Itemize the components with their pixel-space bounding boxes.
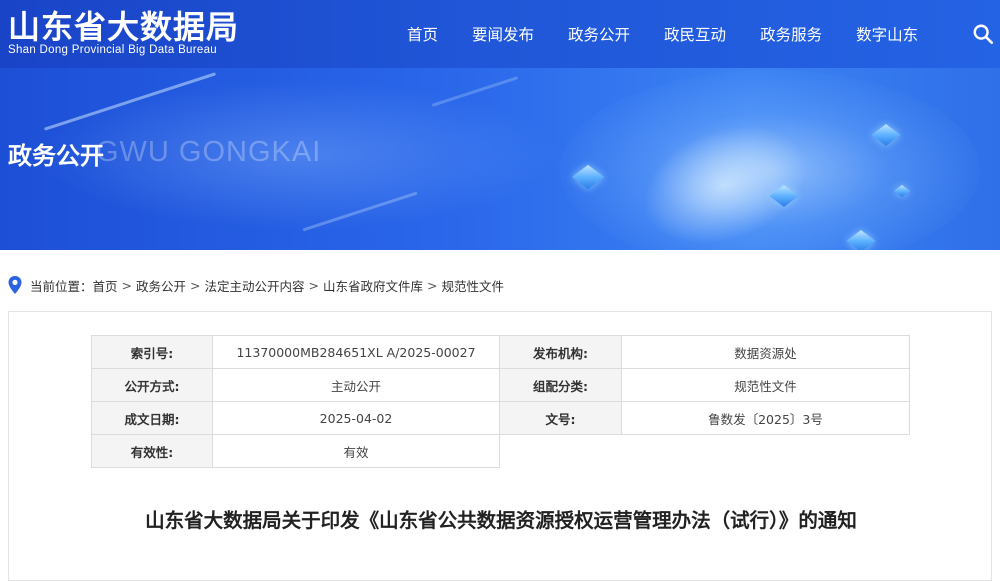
table-row: 有效性: 有效 [91,434,910,468]
document-title: 山东省大数据局关于印发《山东省公共数据资源授权运营管理办法（试行）》的通知 [145,509,857,532]
meta-category-label: 组配分类: [499,368,622,402]
meta-doc-no-label: 文号: [499,401,622,435]
meta-doc-no-value: 鲁数发〔2025〕3号 [621,401,910,435]
location-pin-icon [8,276,22,294]
search-icon[interactable] [972,23,994,45]
document-meta-table: 索引号: 11370000MB284651XL A/2025-00027 发布机… [91,335,910,468]
meta-validity-label: 有效性: [91,434,213,468]
meta-validity-value: 有效 [212,434,500,468]
meta-index-value: 11370000MB284651XL A/2025-00027 [212,335,500,369]
table-row: 成文日期: 2025-04-02 文号: 鲁数发〔2025〕3号 [91,401,910,435]
meta-empty-cell [499,434,910,468]
meta-date-label: 成文日期: [91,401,213,435]
site-logo-subtitle: Shan Dong Provincial Big Data Bureau [8,44,217,56]
breadcrumb-normative-files[interactable]: 规范性文件 [442,276,505,295]
nav-item-interaction[interactable]: 政民互动 [647,23,743,45]
meta-publisher-label: 发布机构: [499,335,622,369]
breadcrumb-separator: > [427,277,438,293]
table-row: 索引号: 11370000MB284651XL A/2025-00027 发布机… [91,335,910,369]
table-row: 公开方式: 主动公开 组配分类: 规范性文件 [91,368,910,402]
breadcrumb-prefix: 当前位置： [30,278,93,294]
banner-title: 政务公开 [8,142,104,170]
meta-publisher-value: 数据资源处 [621,335,910,369]
meta-date-value: 2025-04-02 [212,401,500,435]
main-nav: 首页 要闻发布 政务公开 政民互动 政务服务 数字山东 [390,0,935,68]
breadcrumb-separator: > [190,277,201,293]
nav-item-gov-affairs[interactable]: 政务公开 [551,23,647,45]
site-logo-title[interactable]: 山东省大数据局 [8,2,239,48]
nav-item-services[interactable]: 政务服务 [743,23,839,45]
breadcrumb-separator: > [308,277,320,293]
breadcrumb-gov-affairs[interactable]: 政务公开 [136,276,186,295]
banner-pinyin: GWU GONGKAI [96,136,322,168]
nav-item-digital-shandong[interactable]: 数字山东 [839,23,935,45]
nav-item-home[interactable]: 首页 [390,23,455,45]
breadcrumb-separator: > [121,277,133,293]
breadcrumb-statutory-content[interactable]: 法定主动公开内容 [205,276,305,295]
meta-open-mode-label: 公开方式: [91,368,213,402]
meta-open-mode-value: 主动公开 [212,368,500,402]
content-panel: 索引号: 11370000MB284651XL A/2025-00027 发布机… [8,311,992,581]
meta-index-label: 索引号: [91,335,213,369]
nav-item-news[interactable]: 要闻发布 [455,23,551,45]
meta-category-value: 规范性文件 [621,368,910,402]
breadcrumb-home[interactable]: 首页 [93,276,118,295]
breadcrumb: 当前位置： 首页 > 政务公开 > 法定主动公开内容 > 山东省政府文件库 > … [8,275,504,295]
breadcrumb-gov-file-library[interactable]: 山东省政府文件库 [323,276,423,295]
site-header: 山东省大数据局 Shan Dong Provincial Big Data Bu… [0,0,1000,250]
